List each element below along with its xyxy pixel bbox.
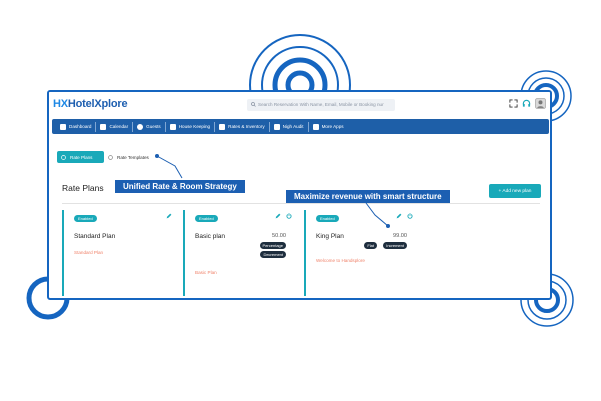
callout-rate-strategy: Unified Rate & Room Strategy — [115, 180, 245, 193]
connector-line — [365, 202, 389, 227]
connector-dot — [386, 224, 390, 228]
connector-line — [156, 155, 183, 179]
stage: HXHotelXplore Search Reservation With Na… — [0, 0, 601, 401]
connector-dot — [155, 154, 159, 158]
callout-maximize-revenue: Maximize revenue with smart structure — [286, 190, 450, 203]
